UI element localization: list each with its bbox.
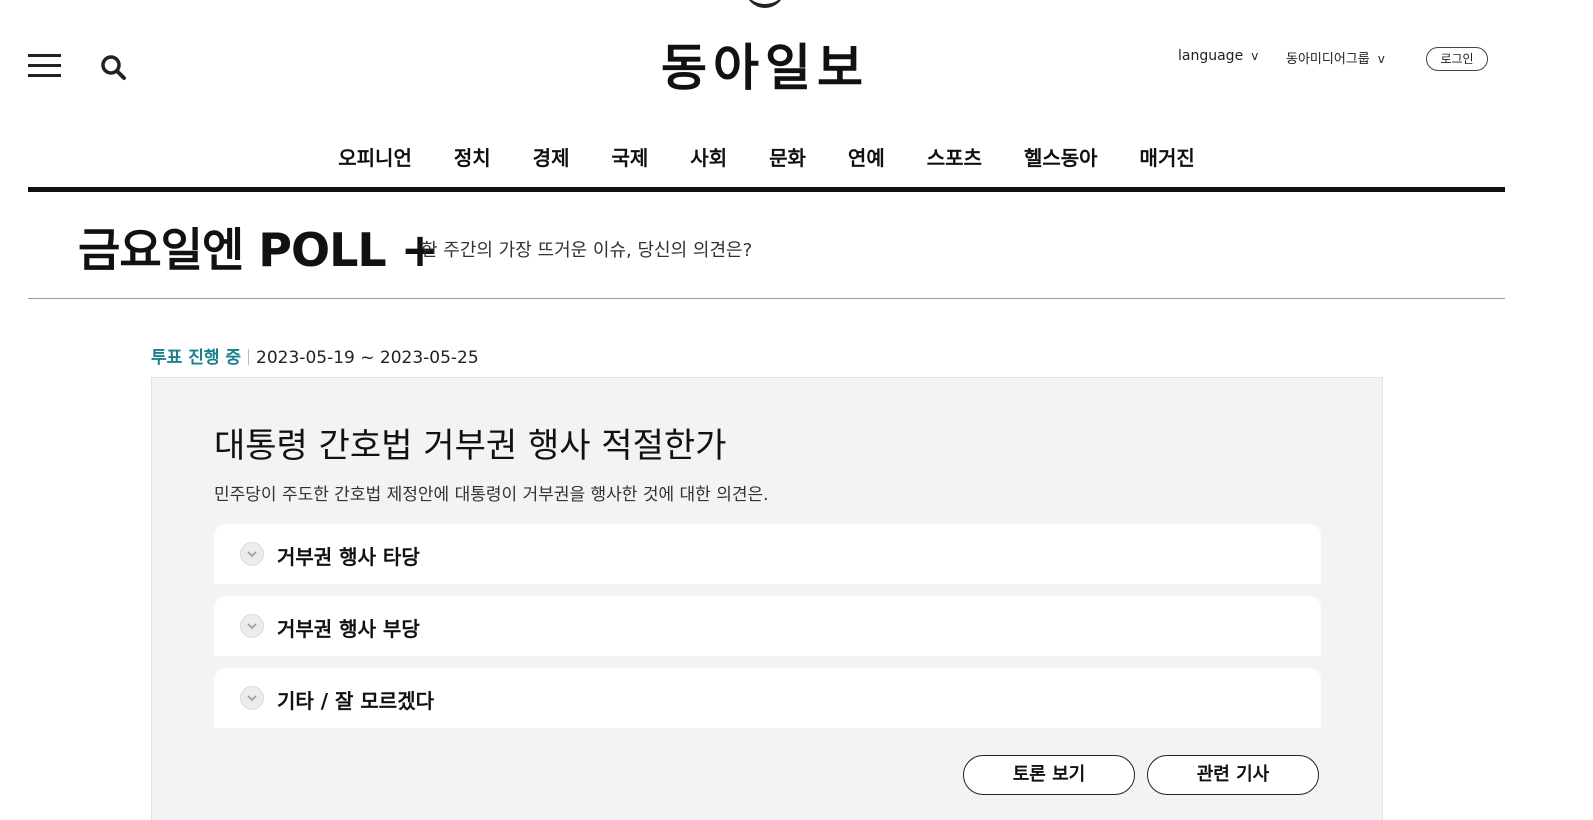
- menu-bar: [28, 64, 61, 67]
- login-button[interactable]: 로그인: [1426, 47, 1488, 71]
- nav-item-magazine[interactable]: 매거진: [1119, 142, 1216, 171]
- media-group-selector[interactable]: 동아미디어그룹 v: [1286, 48, 1385, 67]
- check-icon: [240, 542, 264, 566]
- page: 동아일보 language v 동아미디어그룹 v 로그인 오피니언 정치 경제 국…: [0, 0, 1593, 820]
- poll-status-row: 투표 진행 중 2023-05-19 ~ 2023-05-25: [151, 343, 479, 368]
- poll-card: 대통령 간호법 거부권 행사 적절한가 민주당이 주도한 간호법 제정안에 대통…: [151, 377, 1383, 820]
- menu-bar: [28, 74, 61, 77]
- nav-item-society[interactable]: 사회: [669, 142, 748, 171]
- search-icon[interactable]: [99, 53, 127, 81]
- related-articles-button[interactable]: 관련 기사: [1147, 755, 1319, 795]
- poll-option-label: 기타 / 잘 모르겠다: [277, 689, 434, 713]
- poll-section-title: 금요일엔 POLL +: [78, 223, 439, 277]
- poll-option[interactable]: 거부권 행사 부당: [214, 596, 1321, 656]
- nav-item-sports[interactable]: 스포츠: [906, 142, 1003, 171]
- nav-item-entertainment[interactable]: 연예: [827, 142, 906, 171]
- nav-item-health[interactable]: 헬스동아: [1003, 142, 1119, 171]
- nav-item-politics[interactable]: 정치: [433, 142, 512, 171]
- nav-item-culture[interactable]: 문화: [748, 142, 827, 171]
- group-label: 동아미디어그룹: [1286, 52, 1370, 67]
- nav-item-international[interactable]: 국제: [590, 142, 669, 171]
- site-logo[interactable]: 동아일보: [600, 28, 930, 100]
- logo-arc-fragment: [745, 0, 785, 8]
- poll-description: 민주당이 주도한 간호법 제정안에 대통령이 거부권을 행사한 것에 대한 의견…: [214, 485, 769, 505]
- nav-item-economy[interactable]: 경제: [512, 142, 591, 171]
- nav-divider: [28, 187, 1505, 192]
- poll-question: 대통령 간호법 거부권 행사 적절한가: [214, 426, 727, 466]
- view-debate-button[interactable]: 토론 보기: [963, 755, 1135, 795]
- check-icon: [240, 614, 264, 638]
- main-nav: 오피니언 정치 경제 국제 사회 문화 연예 스포츠 헬스동아 매거진: [0, 142, 1533, 171]
- language-selector[interactable]: language v: [1178, 48, 1258, 64]
- language-label: language: [1178, 48, 1244, 64]
- menu-bar: [28, 54, 61, 57]
- poll-option-label: 거부권 행사 타당: [277, 545, 420, 569]
- section-divider: [28, 298, 1505, 299]
- poll-option[interactable]: 기타 / 잘 모르겠다: [214, 668, 1321, 728]
- check-icon: [240, 686, 264, 710]
- poll-option[interactable]: 거부권 행사 타당: [214, 524, 1321, 584]
- poll-section-subtitle: 한 주간의 가장 뜨거운 이슈, 당신의 의견은?: [421, 240, 753, 261]
- menu-icon[interactable]: [28, 54, 61, 78]
- nav-item-opinion[interactable]: 오피니언: [317, 142, 433, 171]
- chevron-down-icon: v: [1251, 49, 1259, 63]
- status-separator: [248, 349, 250, 365]
- poll-status-badge: 투표 진행 중: [151, 348, 242, 368]
- poll-option-label: 거부권 행사 부당: [277, 617, 420, 641]
- chevron-down-icon: v: [1377, 52, 1385, 66]
- poll-period: 2023-05-19 ~ 2023-05-25: [256, 348, 479, 368]
